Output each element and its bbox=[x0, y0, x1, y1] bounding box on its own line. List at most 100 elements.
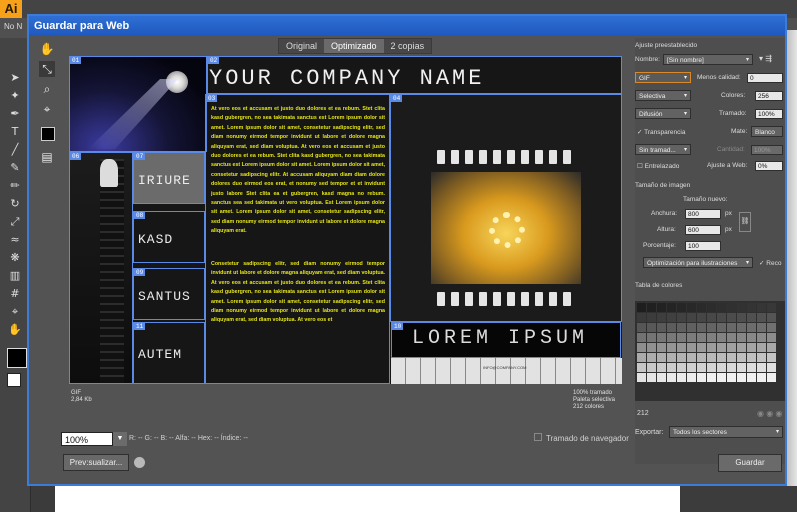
nav-item-iriure[interactable]: 07 IRIURE bbox=[133, 152, 205, 204]
color-swatch[interactable] bbox=[767, 323, 776, 332]
slice-figures[interactable]: 06 bbox=[69, 152, 133, 384]
hand-icon[interactable]: ✋ bbox=[39, 41, 55, 57]
browser-globe-icon[interactable] bbox=[133, 456, 146, 469]
color-swatch[interactable] bbox=[677, 313, 686, 322]
color-swatch[interactable] bbox=[737, 353, 746, 362]
color-swatch[interactable] bbox=[757, 343, 766, 352]
color-swatch[interactable] bbox=[647, 353, 656, 362]
nav-item-autem[interactable]: 11 AUTEM bbox=[133, 322, 205, 384]
color-swatch[interactable] bbox=[757, 313, 766, 322]
eyedropper-color-swatch[interactable] bbox=[41, 127, 55, 141]
color-swatch[interactable] bbox=[737, 303, 746, 312]
color-swatch[interactable] bbox=[647, 313, 656, 322]
color-swatch[interactable] bbox=[707, 373, 716, 382]
color-swatch[interactable] bbox=[737, 333, 746, 342]
type-tool-icon[interactable]: T bbox=[8, 126, 22, 138]
zoom-icon[interactable]: ⌕ bbox=[39, 81, 55, 97]
color-swatch[interactable] bbox=[767, 303, 776, 312]
color-swatch[interactable] bbox=[677, 373, 686, 382]
color-swatch[interactable] bbox=[767, 353, 776, 362]
color-swatch[interactable] bbox=[687, 343, 696, 352]
color-swatch[interactable] bbox=[747, 313, 756, 322]
color-swatch[interactable] bbox=[697, 333, 706, 342]
warp-tool-icon[interactable]: ≈ bbox=[8, 234, 22, 246]
color-swatch[interactable] bbox=[757, 303, 766, 312]
save-button[interactable]: Guardar bbox=[718, 454, 782, 472]
color-swatch[interactable] bbox=[657, 363, 666, 372]
lorem-ipsum-banner[interactable]: 10 LOREM IPSUM bbox=[391, 322, 621, 358]
color-swatch[interactable] bbox=[697, 373, 706, 382]
color-reduction-select[interactable]: Selectiva bbox=[635, 90, 691, 101]
color-swatch[interactable] bbox=[667, 303, 676, 312]
color-swatch[interactable] bbox=[697, 303, 706, 312]
export-select[interactable]: Todos los sectores bbox=[669, 426, 783, 438]
color-swatch[interactable] bbox=[637, 373, 646, 382]
color-swatch[interactable] bbox=[677, 333, 686, 342]
selection-tool-icon[interactable]: ➤ bbox=[8, 72, 22, 84]
preset-name-select[interactable]: [Sin nombre] bbox=[663, 54, 753, 65]
color-swatch[interactable] bbox=[757, 353, 766, 362]
color-swatch[interactable] bbox=[727, 333, 736, 342]
mesh-tool-icon[interactable]: # bbox=[8, 288, 22, 300]
color-swatch[interactable] bbox=[707, 343, 716, 352]
color-swatch[interactable] bbox=[717, 313, 726, 322]
color-swatch[interactable] bbox=[737, 363, 746, 372]
nav-item-kasd[interactable]: 08 KASD bbox=[133, 211, 205, 263]
color-swatch[interactable] bbox=[697, 353, 706, 362]
color-swatch[interactable] bbox=[727, 353, 736, 362]
color-swatch[interactable] bbox=[727, 313, 736, 322]
color-swatch[interactable] bbox=[667, 363, 676, 372]
color-swatch[interactable] bbox=[747, 353, 756, 362]
color-swatch[interactable] bbox=[687, 353, 696, 362]
transparency-dither-select[interactable]: Sin tramad... bbox=[635, 144, 691, 155]
color-swatch[interactable] bbox=[727, 323, 736, 332]
color-swatch[interactable] bbox=[647, 363, 656, 372]
tab-2-up[interactable]: 2 copias bbox=[384, 39, 432, 53]
color-swatch[interactable] bbox=[687, 373, 696, 382]
nav-item-santus[interactable]: 09 SANTUS bbox=[133, 268, 205, 320]
scale-tool-icon[interactable]: ⤢ bbox=[8, 216, 22, 228]
lossy-field[interactable]: 0 bbox=[747, 73, 783, 83]
rotate-tool-icon[interactable]: ↻ bbox=[8, 198, 22, 210]
slice-spotlight[interactable]: 01 bbox=[69, 56, 207, 152]
color-swatch[interactable] bbox=[747, 333, 756, 342]
color-swatch[interactable] bbox=[707, 333, 716, 342]
color-swatch[interactable] bbox=[737, 373, 746, 382]
color-swatch[interactable] bbox=[637, 343, 646, 352]
color-swatch[interactable] bbox=[637, 353, 646, 362]
pen-tool-icon[interactable]: ✒ bbox=[8, 108, 22, 120]
color-swatch[interactable] bbox=[677, 363, 686, 372]
clip-toggle[interactable]: ✓ Reco bbox=[759, 259, 781, 267]
color-swatch[interactable] bbox=[697, 313, 706, 322]
color-swatch[interactable] bbox=[687, 313, 696, 322]
color-swatch[interactable] bbox=[727, 363, 736, 372]
dither-amount-field[interactable]: 100% bbox=[755, 109, 783, 119]
color-swatch[interactable] bbox=[687, 333, 696, 342]
line-tool-icon[interactable]: ╱ bbox=[8, 144, 22, 156]
color-swatch[interactable] bbox=[657, 323, 666, 332]
color-swatch[interactable] bbox=[667, 333, 676, 342]
color-swatch[interactable] bbox=[707, 353, 716, 362]
tab-optimized[interactable]: Optimizado bbox=[324, 39, 384, 53]
color-swatch[interactable] bbox=[767, 333, 776, 342]
color-swatch[interactable] bbox=[657, 373, 666, 382]
color-swatch[interactable] bbox=[677, 323, 686, 332]
color-swatch[interactable] bbox=[727, 303, 736, 312]
color-swatch[interactable] bbox=[637, 303, 646, 312]
color-swatch[interactable] bbox=[747, 303, 756, 312]
web-snap-field[interactable]: 0% bbox=[755, 161, 783, 171]
color-swatch[interactable] bbox=[717, 353, 726, 362]
color-swatch[interactable] bbox=[737, 313, 746, 322]
color-swatch[interactable] bbox=[677, 343, 686, 352]
transparency-toggle[interactable]: ✓ Transparencia bbox=[637, 128, 685, 136]
interlaced-toggle[interactable]: ☐ Entrelazado bbox=[637, 162, 679, 170]
color-swatch[interactable] bbox=[717, 303, 726, 312]
optimized-preview[interactable]: 01 02 YOUR COMPANY NAME 06 07 IRIURE 08 … bbox=[69, 56, 622, 384]
color-swatch[interactable] bbox=[707, 323, 716, 332]
color-swatch[interactable] bbox=[647, 333, 656, 342]
color-swatch[interactable] bbox=[687, 323, 696, 332]
color-swatch[interactable] bbox=[637, 323, 646, 332]
height-field[interactable]: 600 bbox=[685, 225, 721, 235]
color-table-tools-icon[interactable]: ◉ ◉ ◉ bbox=[757, 409, 782, 418]
color-swatch[interactable] bbox=[747, 373, 756, 382]
